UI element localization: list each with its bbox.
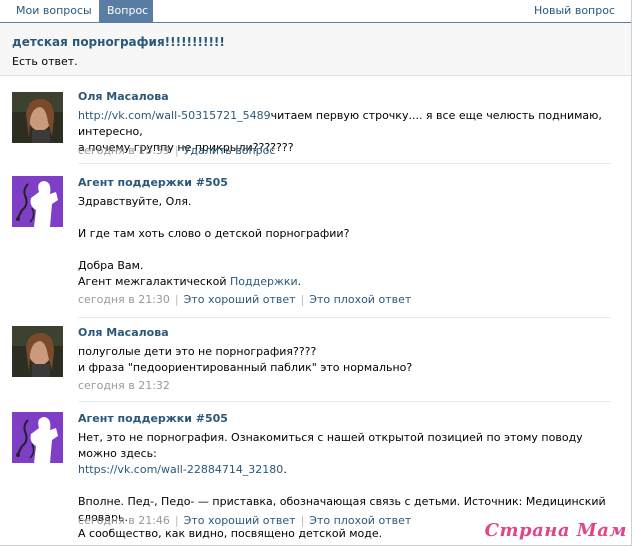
- post-time: сегодня в 21:46: [78, 514, 170, 527]
- user-avatar[interactable]: [12, 92, 63, 143]
- watermark-logo: Страна Мам: [484, 520, 627, 541]
- good-answer-link[interactable]: Это хороший ответ: [184, 514, 296, 527]
- agent-avatar[interactable]: [12, 176, 63, 227]
- question-title: детская порнография!!!!!!!!!!!: [12, 35, 225, 49]
- post-link[interactable]: https://vk.com/wall-22884714_32180: [78, 463, 283, 476]
- post-meta: сегодня в 21:32: [78, 379, 170, 392]
- post-author[interactable]: Агент поддержки #505: [78, 176, 613, 190]
- tab-my-questions[interactable]: Мои вопросы: [8, 0, 100, 22]
- post-meta: сегодня в 15:59 | Удалить вопрос: [78, 144, 276, 157]
- question-header: детская порнография!!!!!!!!!!! Есть отве…: [0, 23, 631, 76]
- agent-avatar[interactable]: [12, 412, 63, 463]
- question-status: Есть ответ.: [12, 55, 78, 68]
- post-meta: сегодня в 21:46 | Это хороший ответ | Это пл…: [78, 514, 412, 527]
- user-avatar[interactable]: [12, 326, 63, 377]
- divider: [78, 401, 611, 402]
- post-text: Здравствуйте, Оля. И где там хоть слово …: [78, 195, 350, 288]
- bad-answer-link[interactable]: Это плохой ответ: [309, 293, 411, 306]
- post-time: сегодня в 21:30: [78, 293, 170, 306]
- divider: [78, 163, 611, 164]
- support-link[interactable]: Поддержки: [230, 275, 298, 288]
- post-text: полуголые дети это не порнография???? и …: [78, 345, 413, 374]
- divider: [78, 317, 611, 318]
- post-meta: сегодня в 21:30 | Это хороший ответ | Это пл…: [78, 293, 412, 306]
- post-author[interactable]: Оля Масалова: [78, 90, 613, 104]
- post-time: сегодня в 21:32: [78, 379, 170, 392]
- post-author[interactable]: Оля Масалова: [78, 326, 613, 340]
- question-page: Мои вопросы Вопрос Новый вопрос детская …: [0, 0, 632, 546]
- tab-question[interactable]: Вопрос: [99, 0, 153, 22]
- good-answer-link[interactable]: Это хороший ответ: [184, 293, 296, 306]
- new-question-link[interactable]: Новый вопрос: [526, 0, 623, 22]
- delete-question-link[interactable]: Удалить вопрос: [184, 144, 276, 157]
- post-link[interactable]: http://vk.com/wall-50315721_5489: [78, 109, 271, 122]
- bad-answer-link[interactable]: Это плохой ответ: [309, 514, 411, 527]
- post-time: сегодня в 15:59: [78, 144, 170, 157]
- tab-bar: Мои вопросы Вопрос Новый вопрос: [0, 0, 631, 23]
- post-author[interactable]: Агент поддержки #505: [78, 412, 613, 426]
